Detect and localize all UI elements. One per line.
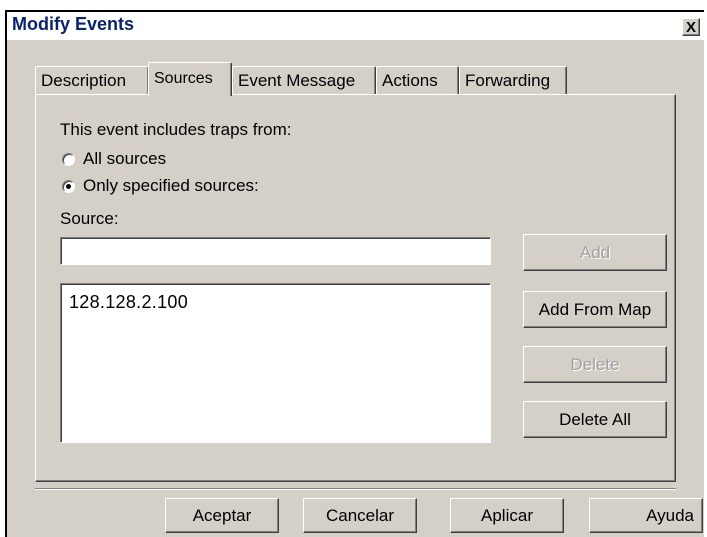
apply-label: Aplicar: [481, 506, 533, 525]
tab-label: Sources: [154, 70, 213, 87]
close-icon: X: [685, 19, 696, 36]
delete-all-button[interactable]: Delete All: [523, 401, 667, 438]
tab-sources[interactable]: Sources: [148, 62, 232, 96]
source-list-item[interactable]: 128.128.2.100: [69, 292, 188, 313]
tab-forwarding[interactable]: Forwarding: [459, 66, 567, 94]
tab-label: Event Message: [238, 71, 356, 90]
title-bar: Modify Events X: [7, 12, 704, 40]
radio-only-specified-label: Only specified sources:: [83, 176, 259, 195]
delete-button[interactable]: Delete: [523, 346, 667, 383]
cancel-button[interactable]: Cancelar: [303, 498, 417, 533]
help-label: Ayuda: [646, 506, 694, 525]
tab-label: Description: [41, 71, 127, 90]
window-title: Modify Events: [12, 14, 135, 34]
add-button[interactable]: Add: [523, 234, 667, 271]
add-from-map-label: Add From Map: [538, 300, 652, 319]
delete-all-label: Delete All: [559, 410, 631, 429]
close-button[interactable]: X: [682, 18, 700, 36]
sources-panel: This event includes traps from: All sour…: [35, 94, 676, 482]
traps-heading: This event includes traps from:: [60, 120, 292, 139]
radio-all-sources[interactable]: All sources: [62, 149, 166, 169]
delete-button-label: Delete: [570, 355, 620, 374]
radio-button-selected-icon[interactable]: [62, 179, 75, 193]
apply-button[interactable]: Aplicar: [450, 498, 564, 533]
source-list[interactable]: 128.128.2.100: [60, 283, 491, 443]
ok-label: Aceptar: [192, 506, 252, 525]
help-button[interactable]: Ayuda: [589, 498, 703, 533]
ok-button[interactable]: Aceptar: [165, 498, 279, 533]
tab-label: Forwarding: [465, 71, 551, 90]
source-label: Source:: [60, 209, 119, 228]
modify-events-dialog: Modify Events X Description Sources Even…: [5, 10, 704, 537]
tab-actions[interactable]: Actions: [376, 66, 459, 94]
source-input[interactable]: [60, 237, 491, 265]
add-button-label: Add: [579, 243, 611, 262]
add-from-map-button[interactable]: Add From Map: [523, 291, 667, 328]
radio-only-specified[interactable]: Only specified sources:: [62, 176, 259, 196]
tab-label: Actions: [382, 71, 438, 90]
tab-description[interactable]: Description: [35, 66, 149, 94]
radio-button-icon[interactable]: [62, 152, 75, 166]
footer-separator: [35, 488, 676, 490]
cancel-label: Cancelar: [325, 506, 395, 525]
tab-event-message[interactable]: Event Message: [232, 66, 376, 94]
radio-all-sources-label: All sources: [83, 149, 167, 168]
